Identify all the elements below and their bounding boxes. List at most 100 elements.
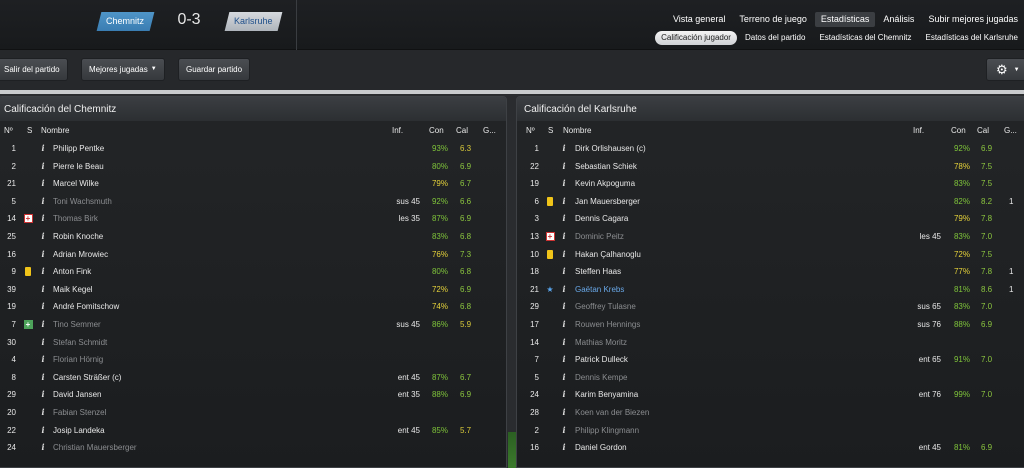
- col-g[interactable]: G...: [483, 121, 496, 140]
- player-name[interactable]: Daniel Gordon: [575, 439, 627, 457]
- player-name[interactable]: Marcel Wilke: [53, 175, 99, 193]
- subtab-player-ratings[interactable]: Calificación jugador: [655, 31, 737, 45]
- col-name[interactable]: Nombre: [563, 121, 591, 140]
- leave-match-button[interactable]: Salir del partido: [0, 58, 68, 81]
- player-name[interactable]: Anton Fink: [53, 263, 91, 281]
- player-row[interactable]: 16 i Adrian Mrowiec 76% 7.3: [0, 246, 506, 264]
- info-icon[interactable]: i: [560, 439, 568, 457]
- info-icon[interactable]: i: [39, 298, 47, 316]
- player-name[interactable]: Dennis Kempe: [575, 369, 627, 387]
- player-row[interactable]: 6 i Jan Mauersberger 82% 8.2 1: [517, 193, 1024, 211]
- player-row[interactable]: 7 + i Tino Semmer sus 45 86% 5.9: [0, 316, 506, 334]
- info-icon[interactable]: i: [560, 351, 568, 369]
- col-con[interactable]: Con: [429, 121, 444, 140]
- player-row[interactable]: 5 i Dennis Kempe: [517, 369, 1024, 387]
- player-row[interactable]: 2 i Philipp Klingmann: [517, 422, 1024, 440]
- settings-button[interactable]: ⚙ ▼: [986, 58, 1024, 81]
- info-icon[interactable]: i: [560, 175, 568, 193]
- info-icon[interactable]: i: [560, 228, 568, 246]
- home-team-badge[interactable]: Chemnitz: [96, 12, 155, 31]
- player-row[interactable]: 3 i Dennis Cagara 79% 7.8: [517, 210, 1024, 228]
- player-row[interactable]: 13 + i Dominic Peitz les 45 83% 7.0: [517, 228, 1024, 246]
- player-row[interactable]: 5 i Toni Wachsmuth sus 45 92% 6.6: [0, 193, 506, 211]
- player-row[interactable]: 7 i Patrick Dulleck ent 65 91% 7.0: [517, 351, 1024, 369]
- player-name[interactable]: Hakan Çalhanoglu: [575, 246, 641, 264]
- player-row[interactable]: 2 i Pierre le Beau 80% 6.9: [0, 158, 506, 176]
- player-name[interactable]: André Fomitschow: [53, 298, 119, 316]
- tab-overview[interactable]: Vista general: [667, 12, 731, 27]
- player-row[interactable]: 19 i Kevin Akpoguma 83% 7.5: [517, 175, 1024, 193]
- player-name[interactable]: Geoffrey Tulasne: [575, 298, 636, 316]
- info-icon[interactable]: i: [560, 140, 568, 158]
- player-row[interactable]: 14 i Mathias Moritz: [517, 334, 1024, 352]
- player-name[interactable]: Gaëtan Krebs: [575, 281, 624, 299]
- info-icon[interactable]: i: [39, 281, 47, 299]
- player-name[interactable]: Karim Benyamina: [575, 386, 638, 404]
- player-name[interactable]: Patrick Dulleck: [575, 351, 628, 369]
- player-row[interactable]: 21 ★ i Gaëtan Krebs 81% 8.6 1: [517, 281, 1024, 299]
- player-name[interactable]: Josip Landeka: [53, 422, 105, 440]
- player-name[interactable]: Adrian Mrowiec: [53, 246, 108, 264]
- player-row[interactable]: 25 i Robin Knoche 83% 6.8: [0, 228, 506, 246]
- info-icon[interactable]: i: [560, 158, 568, 176]
- tab-pitch[interactable]: Terreno de juego: [733, 12, 813, 27]
- col-num[interactable]: Nº: [4, 121, 13, 140]
- info-icon[interactable]: i: [560, 422, 568, 440]
- col-s[interactable]: S: [548, 121, 553, 140]
- player-row[interactable]: 22 i Sebastian Schiek 78% 7.5: [517, 158, 1024, 176]
- player-row[interactable]: 14 + i Thomas Birk les 35 87% 6.9: [0, 210, 506, 228]
- subtab-away-stats[interactable]: Estadísticas del Karlsruhe: [920, 31, 1024, 45]
- col-name[interactable]: Nombre: [41, 121, 69, 140]
- player-row[interactable]: 20 i Fabian Stenzel: [0, 404, 506, 422]
- player-row[interactable]: 16 i Daniel Gordon ent 45 81% 6.9: [517, 439, 1024, 457]
- col-g[interactable]: G...: [1004, 121, 1017, 140]
- info-icon[interactable]: i: [39, 386, 47, 404]
- player-name[interactable]: Dominic Peitz: [575, 228, 624, 246]
- col-con[interactable]: Con: [951, 121, 966, 140]
- player-row[interactable]: 29 i David Jansen ent 35 88% 6.9: [0, 386, 506, 404]
- player-name[interactable]: Dennis Cagara: [575, 210, 628, 228]
- player-row[interactable]: 4 i Florian Hörnig: [0, 351, 506, 369]
- player-name[interactable]: Philipp Pentke: [53, 140, 104, 158]
- player-name[interactable]: Pierre le Beau: [53, 158, 104, 176]
- player-row[interactable]: 18 i Steffen Haas 77% 7.8 1: [517, 263, 1024, 281]
- player-name[interactable]: Philipp Klingmann: [575, 422, 639, 440]
- info-icon[interactable]: i: [560, 316, 568, 334]
- player-name[interactable]: Fabian Stenzel: [53, 404, 106, 422]
- player-row[interactable]: 22 i Josip Landeka ent 45 85% 5.7: [0, 422, 506, 440]
- col-cal[interactable]: Cal: [456, 121, 468, 140]
- player-row[interactable]: 1 i Dirk Orlishausen (c) 92% 6.9: [517, 140, 1024, 158]
- col-s[interactable]: S: [27, 121, 32, 140]
- player-name[interactable]: Toni Wachsmuth: [53, 193, 112, 211]
- info-icon[interactable]: i: [39, 158, 47, 176]
- player-name[interactable]: Rouwen Hennings: [575, 316, 640, 334]
- player-row[interactable]: 17 i Rouwen Hennings sus 76 88% 6.9: [517, 316, 1024, 334]
- info-icon[interactable]: i: [39, 140, 47, 158]
- player-name[interactable]: Koen van der Biezen: [575, 404, 649, 422]
- player-row[interactable]: 8 i Carsten Sträßer (c) ent 45 87% 6.7: [0, 369, 506, 387]
- player-row[interactable]: 28 i Koen van der Biezen: [517, 404, 1024, 422]
- info-icon[interactable]: i: [39, 422, 47, 440]
- info-icon[interactable]: i: [560, 386, 568, 404]
- player-name[interactable]: Stefan Schmidt: [53, 334, 107, 352]
- player-row[interactable]: 39 i Maik Kegel 72% 6.9: [0, 281, 506, 299]
- player-row[interactable]: 9 i Anton Fink 80% 6.8: [0, 263, 506, 281]
- info-icon[interactable]: i: [560, 281, 568, 299]
- subtab-match-data[interactable]: Datos del partido: [739, 31, 811, 45]
- info-icon[interactable]: i: [39, 439, 47, 457]
- info-icon[interactable]: i: [39, 246, 47, 264]
- player-name[interactable]: Florian Hörnig: [53, 351, 103, 369]
- player-name[interactable]: Sebastian Schiek: [575, 158, 637, 176]
- player-name[interactable]: Robin Knoche: [53, 228, 103, 246]
- info-icon[interactable]: i: [39, 351, 47, 369]
- info-icon[interactable]: i: [39, 263, 47, 281]
- tab-upload-highlights[interactable]: Subir mejores jugadas: [922, 12, 1024, 27]
- info-icon[interactable]: i: [560, 298, 568, 316]
- save-match-button[interactable]: Guardar partido: [178, 58, 251, 81]
- player-name[interactable]: David Jansen: [53, 386, 101, 404]
- info-icon[interactable]: i: [560, 246, 568, 264]
- tab-statistics[interactable]: Estadísticas: [814, 12, 876, 27]
- highlights-dropdown-button[interactable]: Mejores jugadas ▼: [81, 58, 165, 81]
- info-icon[interactable]: i: [560, 369, 568, 387]
- player-name[interactable]: Jan Mauersberger: [575, 193, 640, 211]
